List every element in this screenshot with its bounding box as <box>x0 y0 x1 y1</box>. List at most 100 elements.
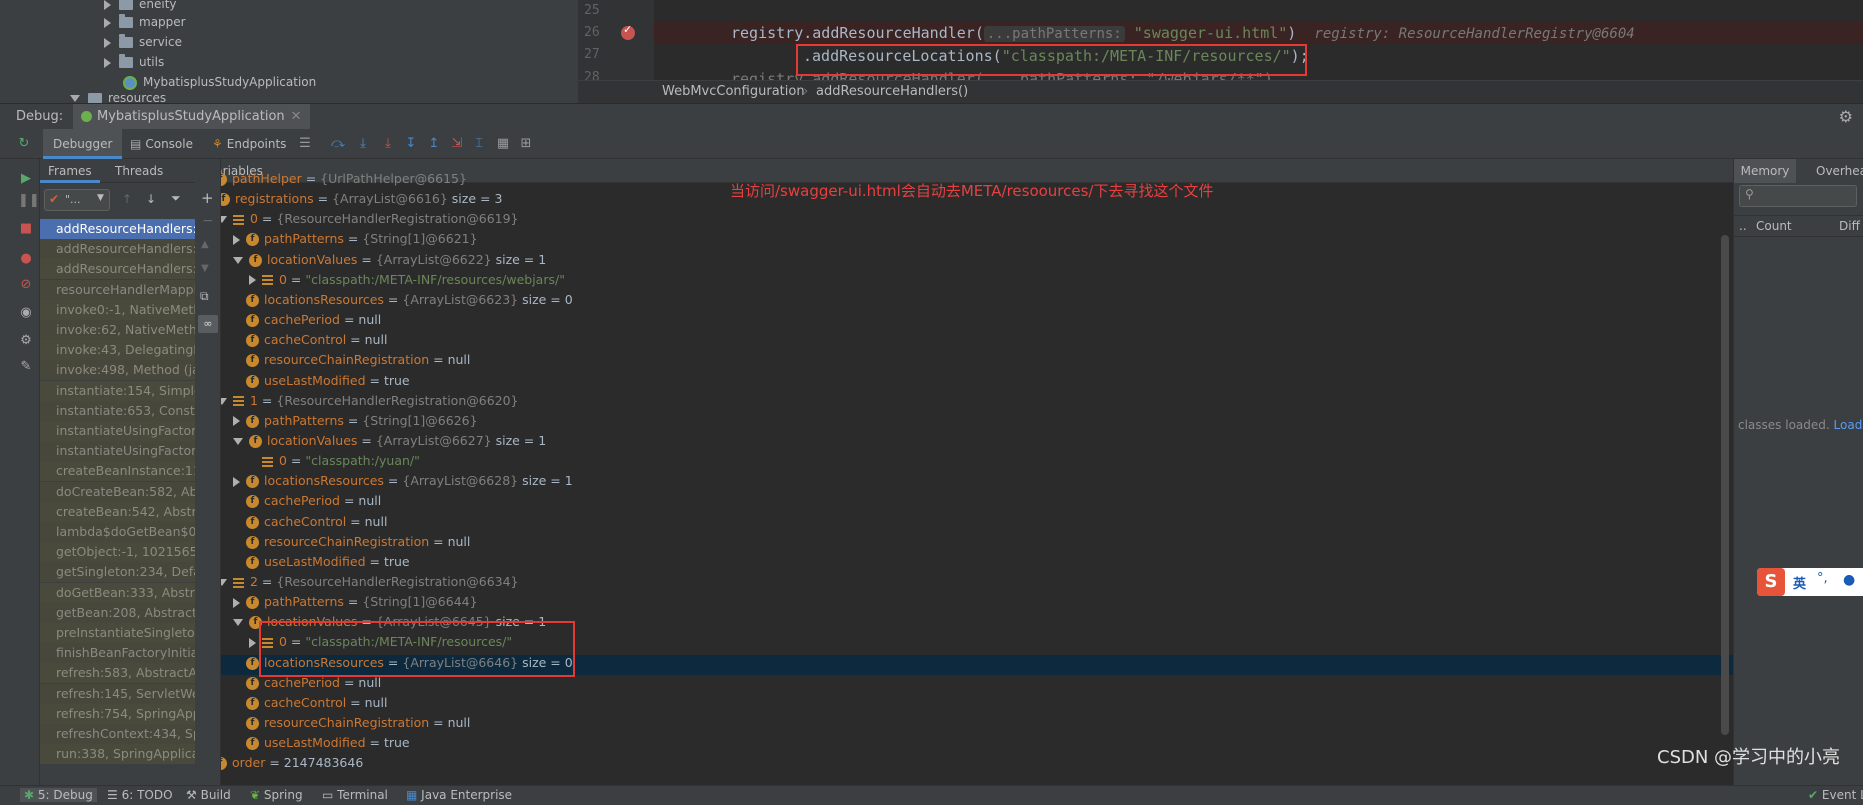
down-arrow-icon[interactable]: ↓ <box>146 192 156 206</box>
tree-item-utils[interactable]: utils <box>104 52 164 72</box>
tool-terminal[interactable]: ▭ Terminal <box>322 788 388 802</box>
variable-row[interactable]: f cachePeriod = null <box>233 310 381 330</box>
frame-row[interactable]: refresh:145, ServletWebServerApplication… <box>40 683 195 704</box>
tool-event-log[interactable]: ✔ Event L <box>1808 788 1863 802</box>
collapse-arrow-icon[interactable] <box>70 95 80 102</box>
variable-row[interactable]: f locationValues = {ArrayList@6622} size … <box>233 250 546 270</box>
expand-arrow-icon[interactable] <box>104 37 111 48</box>
variable-row[interactable]: f pathPatterns = {String[1]@6621} <box>233 229 478 249</box>
tree-item-service[interactable]: service <box>104 32 182 52</box>
tab-endpoints[interactable]: ⚘ Endpoints <box>202 129 296 159</box>
variable-row[interactable]: f resourceChainRegistration = null <box>233 532 470 552</box>
tab-memory[interactable]: Memory <box>1734 159 1796 183</box>
frame-row[interactable]: instantiateUsingFactoryMethod <box>40 441 195 462</box>
tab-debugger[interactable]: Debugger <box>43 129 123 159</box>
tool-debug[interactable]: ✱ 5: Debug <box>20 788 97 802</box>
variable-row[interactable]: 0 = "classpath:/META-INF/resources/webja… <box>249 270 565 290</box>
variable-row[interactable]: 0 = {ResourceHandlerRegistration@6619} <box>221 209 519 229</box>
frame-row[interactable]: getSingleton:234, DefaultSingletonBeanRe… <box>40 562 195 583</box>
variable-row[interactable]: 0 = "classpath:/yuan/" <box>249 451 420 471</box>
gear-icon[interactable]: ⚙ <box>1839 107 1853 126</box>
breadcrumb-method[interactable]: addResourceHandlers() <box>816 84 968 99</box>
up-arrow-icon[interactable]: ↑ <box>122 192 132 206</box>
variable-row[interactable]: f pathPatterns = {String[1]@6644} <box>233 592 478 612</box>
variable-row[interactable]: f useLastModified = true <box>233 733 410 753</box>
variable-row[interactable]: f cachePeriod = null <box>233 491 381 511</box>
evaluate-expression-icon[interactable]: ▦ <box>494 135 512 153</box>
variable-row[interactable]: f pathPatterns = {String[1]@6626} <box>233 411 478 431</box>
variable-row[interactable]: f locationsResources = {ArrayList@6628} s… <box>233 471 573 491</box>
frame-row[interactable]: refreshContext:434, SpringApplication <box>40 724 195 744</box>
load-classes-link[interactable]: Load <box>1834 418 1863 432</box>
variable-row[interactable]: f pathHelper = {UrlPathHelper@6615} <box>221 169 467 189</box>
code-line-26[interactable]: registry.addResourceHandler(...pathPatte… <box>731 22 1635 44</box>
frame-row[interactable]: instantiate:154, SimpleInstantiationStra… <box>40 380 195 401</box>
tool-build[interactable]: ⚒ Build <box>186 788 231 802</box>
expand-arrow-icon[interactable] <box>104 17 111 28</box>
frame-row[interactable]: instantiateUsingFactoryMethod <box>40 421 195 441</box>
tab-frames[interactable]: Frames <box>48 164 92 178</box>
frame-row[interactable]: finishBeanFactoryInitialization <box>40 643 195 664</box>
frame-row[interactable]: createBeanInstance:1181, AbstractAutowir… <box>40 461 195 482</box>
glasses-icon[interactable]: ∞ <box>198 315 218 333</box>
step-out-icon[interactable]: ↥ <box>425 135 443 153</box>
copy-icon[interactable]: ⧉ <box>200 289 209 304</box>
tree-item-mapper[interactable]: mapper <box>104 12 186 32</box>
expand-arrow-icon[interactable] <box>249 275 256 286</box>
menu-icon[interactable]: ☰ <box>296 135 314 153</box>
breakpoint-icon[interactable] <box>621 23 635 40</box>
frame-row[interactable]: doGetBean:333, AbstractBeanFactory <box>40 582 195 603</box>
tree-item-resources[interactable]: resources <box>70 93 166 103</box>
filter-icon[interactable]: ⏷ <box>171 191 181 206</box>
variable-row[interactable]: f cacheControl = null <box>233 512 387 532</box>
settings-icon[interactable]: ⚙ <box>18 333 34 349</box>
frame-row[interactable]: createBean:542, AbstractAutowireCapableB… <box>40 501 195 522</box>
thread-selector[interactable]: ✔ "... ▼ <box>44 189 110 211</box>
frame-row[interactable]: invoke:62, NativeMethodAccessorImpl <box>40 320 195 340</box>
expand-arrow-icon[interactable] <box>249 637 256 648</box>
variable-row[interactable]: 2 = {ResourceHandlerRegistration@6634} <box>221 572 519 592</box>
variable-row[interactable]: f resourceChainRegistration = null <box>233 713 470 733</box>
tree-item-application-class[interactable]: MybatisplusStudyApplication <box>123 72 316 92</box>
run-to-cursor-icon[interactable]: ⌶ <box>470 135 488 153</box>
column-diff[interactable]: Diff <box>1839 219 1860 233</box>
add-watch-icon[interactable]: + <box>201 189 214 207</box>
mute-breakpoints-icon[interactable]: ⊘ <box>18 277 34 293</box>
frame-row[interactable]: invoke:43, DelegatingMethodAccessorImpl <box>40 340 195 361</box>
frame-row[interactable]: refresh:754, SpringApplication <box>40 703 195 724</box>
breadcrumb-class[interactable]: WebMvcConfiguration <box>662 84 805 99</box>
stop-icon[interactable]: ■ <box>18 221 34 237</box>
view-breakpoints-icon[interactable]: ● <box>18 251 34 267</box>
frame-row[interactable]: invoke:498, Method (java.lang.reflect) <box>40 360 195 381</box>
pin-icon[interactable]: ✎ <box>18 359 34 375</box>
expand-arrow-icon[interactable] <box>104 0 111 10</box>
resume-icon[interactable]: ▶ <box>18 171 34 187</box>
debug-session-tab[interactable]: MybatisplusStudyApplication ✕ <box>73 104 310 130</box>
tab-threads[interactable]: Threads <box>115 164 163 178</box>
frame-row[interactable]: doCreateBean:582, AbstractAutowireCapabl… <box>40 481 195 502</box>
frame-row[interactable]: getBean:208, AbstractBeanFactory <box>40 602 195 623</box>
expand-arrow-icon[interactable] <box>233 476 240 487</box>
variables-scrollbar[interactable] <box>1721 235 1729 735</box>
move-up-icon[interactable]: ▲ <box>201 239 209 250</box>
tool-spring[interactable]: ❦ Spring <box>250 788 303 802</box>
move-down-icon[interactable]: ▼ <box>201 263 209 274</box>
frame-row[interactable]: addResourceHandlers:66 <box>40 239 195 260</box>
ime-toolbar[interactable]: S 英 °, ● <box>1757 568 1863 596</box>
variable-row[interactable]: forder = 2147483646 <box>221 753 363 773</box>
column-count[interactable]: Count <box>1756 219 1792 233</box>
collapse-arrow-icon[interactable] <box>233 256 243 264</box>
collapse-arrow-icon[interactable] <box>221 216 227 224</box>
frame-row[interactable]: instantiate:653, ConstructorResolver <box>40 400 195 421</box>
frame-row[interactable]: invoke0:-1, NativeMethodAccessorImpl <box>40 299 195 320</box>
show-execution-point-icon[interactable]: ⤼ <box>329 135 347 153</box>
variable-row[interactable]: f locationValues = {ArrayList@6627} size … <box>233 431 546 451</box>
frame-row[interactable]: lambda$doGetBean$0:335, AbstractBeanFact… <box>40 522 195 542</box>
frame-row[interactable]: resourceHandlerMapping <box>40 279 195 300</box>
collapse-arrow-icon[interactable] <box>221 397 227 405</box>
expand-arrow-icon[interactable] <box>104 57 111 68</box>
frame-row[interactable]: addResourceHandlers:71 <box>40 259 195 280</box>
rerun-icon[interactable]: ↻ <box>15 135 33 153</box>
step-into-icon[interactable]: ⤓ <box>379 135 397 153</box>
camera-icon[interactable]: ◉ <box>18 305 34 321</box>
